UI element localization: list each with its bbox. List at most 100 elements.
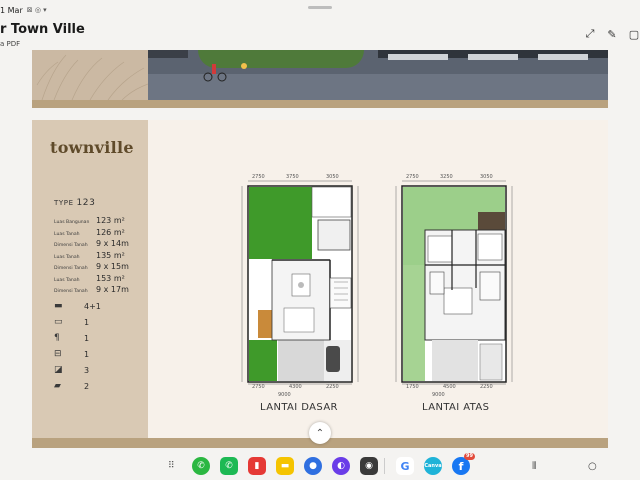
spec-value: 123 m² xyxy=(96,216,125,225)
notification-badge: 99 xyxy=(464,453,475,460)
spec-label: Luas Tanah xyxy=(54,254,80,260)
screen: 1 Mar ⊠ ◎ ▾ r Town Ville a PDF ⤢ ✎ ▢ tow… xyxy=(0,0,640,480)
chevron-up-icon: ⌃ xyxy=(315,427,325,439)
dim-bottom: 2250 xyxy=(480,384,493,390)
spec-label: Luas Tanah xyxy=(54,231,80,237)
spec-label: Dimensi Tanah xyxy=(54,289,88,294)
status-bar: 1 Mar ⊠ ◎ ▾ xyxy=(0,4,47,16)
spec-label: Dimensi Tanah xyxy=(54,266,88,271)
amenity-row: ▬ 4+1 xyxy=(54,298,134,314)
dock-divider xyxy=(384,458,385,474)
dim-top: 2750 xyxy=(406,174,419,180)
kitchen-icon: ⊟ xyxy=(54,349,62,359)
amenity-row: ⊟ 1 xyxy=(54,346,134,362)
facebook-glyph: f xyxy=(458,459,464,473)
leaf-pattern xyxy=(36,54,148,100)
spec-value: 153 m² xyxy=(96,273,125,283)
dim-total: 9000 xyxy=(278,392,291,398)
amenity-count: 1 xyxy=(84,349,90,359)
type-heading: TYPE 123 xyxy=(54,198,95,208)
facebook-icon[interactable]: f 99 xyxy=(452,453,475,475)
plan-label-ground: LANTAI DASAR xyxy=(260,402,338,413)
spec-row: Luas Tanah 126 m² xyxy=(54,228,148,240)
recent-apps-icon[interactable]: ⦀ xyxy=(532,461,536,472)
amenity-list: ▬ 4+1 ▭ 1 ¶ 1 ⊟ 1 ◪ 3 ▰ 2 xyxy=(54,298,134,394)
camera-icon[interactable]: ◉ xyxy=(360,457,378,475)
page-bottom-strip xyxy=(32,100,608,108)
spec-row: Luas Bangunan 123 m² xyxy=(54,216,148,228)
scroll-top-button[interactable]: ⌃ xyxy=(309,422,331,444)
spec-row: Dimensi Tanah 9 x 17m xyxy=(54,285,148,297)
type-label: TYPE xyxy=(54,199,74,207)
dim-bottom: 2250 xyxy=(326,384,339,390)
dim-top: 3050 xyxy=(326,174,339,180)
amenity-row: ▰ 2 xyxy=(54,378,134,394)
pdf-page-townville: townville TYPE 123 Luas Bangunan 123 m² L… xyxy=(32,120,608,448)
amenity-row: ◪ 3 xyxy=(54,362,134,378)
document-title: r Town Ville xyxy=(0,22,85,37)
status-date: 1 Mar xyxy=(0,5,23,15)
messages-icon[interactable]: ● xyxy=(304,457,322,475)
bed-icon: ▬ xyxy=(54,301,63,311)
townville-logo: townville xyxy=(50,138,134,157)
whatsapp-icon[interactable]: ✆ xyxy=(192,457,210,475)
amenity-count: 1 xyxy=(84,333,90,343)
plan-label-upper: LANTAI ATAS xyxy=(422,402,490,413)
amenity-row: ▭ 1 xyxy=(54,314,134,330)
phone-icon[interactable]: ✆ xyxy=(220,457,238,475)
notes-icon[interactable]: ▮ xyxy=(248,457,266,475)
spec-row: Dimensi Tanah 9 x 15m xyxy=(54,262,148,274)
dim-top: 3050 xyxy=(480,174,493,180)
spec-value: 9 x 14m xyxy=(96,239,129,248)
spec-label: Dimensi Tanah xyxy=(54,243,88,248)
app-drawer-icon[interactable]: ⠿ xyxy=(168,461,175,471)
amenity-count: 1 xyxy=(84,317,90,327)
header-actions: ⤢ ✎ ▢ xyxy=(584,27,640,41)
leaf-pattern-panel xyxy=(32,50,148,100)
dim-bottom: 4500 xyxy=(443,384,456,390)
floor-plan-area: 2750 3750 3050 2750 4300 2250 LANTAI DAS… xyxy=(148,120,608,438)
document-subtitle: a PDF xyxy=(0,40,21,48)
spec-value: 126 m² xyxy=(96,227,125,237)
spec-list: Luas Bangunan 123 m² Luas Tanah 126 m² Dim… xyxy=(54,216,148,297)
dim-top: 3250 xyxy=(440,174,453,180)
floor-plan-upper: 2750 3250 3050 1750 4500 2250 xyxy=(395,174,513,390)
photo-details xyxy=(203,54,588,82)
street-render-photo xyxy=(148,50,608,100)
memo-icon[interactable]: ▬ xyxy=(276,457,294,475)
dim-bottom: 4300 xyxy=(289,384,302,390)
spec-row: Luas Tanah 135 m² xyxy=(54,251,148,263)
spec-value: 135 m² xyxy=(96,250,125,260)
canva-icon[interactable]: Canva xyxy=(424,457,442,475)
bath-icon: ◪ xyxy=(54,365,63,375)
edit-icon[interactable]: ✎ xyxy=(606,28,618,41)
spec-value: 9 x 15m xyxy=(96,262,129,271)
amenity-count: 2 xyxy=(84,381,90,391)
spec-label: Luas Tanah xyxy=(54,277,80,283)
amenity-row: ¶ 1 xyxy=(54,330,134,346)
taskbar-dock: ⠿ ✆ ✆ ▮ ▬ ● ◐ ◉ G Canva f 99 ⦀ ○ xyxy=(0,452,640,480)
expand-icon[interactable]: ⤢ xyxy=(584,27,596,40)
pdf-page-previous xyxy=(32,50,608,108)
dim-total: 9000 xyxy=(432,392,445,398)
dining-icon: ¶ xyxy=(54,333,60,343)
internet-icon[interactable]: ◐ xyxy=(332,457,350,475)
spec-sidebar: townville TYPE 123 Luas Bangunan 123 m² L… xyxy=(32,120,148,438)
dim-top: 2750 xyxy=(252,174,265,180)
spec-value: 9 x 17m xyxy=(96,285,129,294)
dim-bottom: 1750 xyxy=(406,384,419,390)
google-icon[interactable]: G xyxy=(396,457,414,475)
floor-plan-ground: 2750 3750 3050 2750 4300 2250 xyxy=(241,174,359,390)
home-icon[interactable]: ○ xyxy=(588,461,597,472)
more-icon[interactable]: ▢ xyxy=(628,28,640,41)
car-icon: ▰ xyxy=(54,381,61,391)
sofa-icon: ▭ xyxy=(54,317,63,327)
window-drag-handle[interactable] xyxy=(308,6,332,9)
dim-top: 3750 xyxy=(286,174,299,180)
dim-bottom: 2750 xyxy=(252,384,265,390)
type-value: 123 xyxy=(76,198,96,208)
spec-row: Luas Tanah 153 m² xyxy=(54,274,148,286)
amenity-count: 3 xyxy=(84,365,90,375)
spec-label: Luas Bangunan xyxy=(54,220,90,225)
amenity-count: 4+1 xyxy=(84,301,101,311)
